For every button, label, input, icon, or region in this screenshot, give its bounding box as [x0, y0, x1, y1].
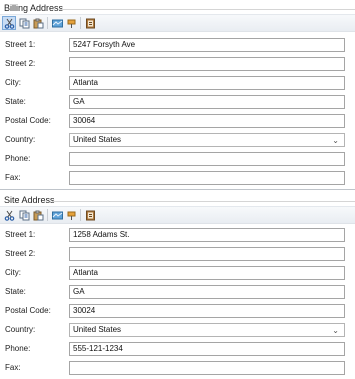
field-label: Street 2:	[5, 59, 36, 68]
group-divider	[60, 9, 355, 10]
field-label: Country:	[5, 325, 36, 334]
site-street1-input[interactable]: 1258 Adams St.	[69, 228, 345, 242]
site-street2-input[interactable]	[69, 247, 345, 261]
site-street2-row: Street 2:	[0, 247, 355, 261]
billing-postal-input[interactable]: 30064	[69, 114, 345, 128]
site-country-row: Country: United States ⌄	[0, 323, 355, 337]
billing-street1-input[interactable]: 5247 Forsyth Ave	[69, 38, 345, 52]
address-book-icon	[85, 18, 95, 28]
toolbar-separator	[47, 209, 48, 221]
map-icon	[51, 211, 63, 219]
copy-icon	[19, 210, 29, 220]
billing-postal-row: Postal Code: 30064	[0, 114, 355, 128]
site-toolbar	[0, 206, 355, 224]
billing-country-row: Country: United States ⌄	[0, 133, 355, 147]
paste-icon	[33, 18, 43, 28]
field-label: State:	[5, 97, 26, 106]
billing-country-select[interactable]: United States ⌄	[69, 133, 345, 147]
billing-street1-row: Street 1: 5247 Forsyth Ave	[0, 38, 355, 52]
site-country-select[interactable]: United States ⌄	[69, 323, 345, 337]
section-divider	[0, 189, 355, 190]
site-fax-row: Fax:	[0, 361, 355, 375]
site-city-row: City: Atlanta	[0, 266, 355, 280]
site-postal-row: Postal Code: 30024	[0, 304, 355, 318]
pushpin-icon	[67, 211, 75, 220]
paste-button[interactable]	[31, 16, 45, 30]
field-label: Street 1:	[5, 230, 36, 239]
field-label: Phone:	[5, 344, 31, 353]
field-label: Phone:	[5, 154, 31, 163]
map-button[interactable]	[50, 208, 64, 222]
group-divider	[52, 201, 355, 202]
paste-button[interactable]	[31, 208, 45, 222]
cut-button[interactable]	[2, 208, 16, 222]
field-label: City:	[5, 268, 21, 277]
site-address-title: Site Address	[4, 195, 55, 205]
cut-icon	[4, 210, 14, 221]
field-label: City:	[5, 78, 21, 87]
billing-address-title: Billing Address	[4, 3, 64, 13]
site-address-section: Site Address Street 1: 1258 Adams St. St…	[0, 192, 355, 379]
country-value: United States	[73, 135, 122, 144]
field-label: Street 2:	[5, 249, 36, 258]
copy-button[interactable]	[17, 16, 31, 30]
field-label: Street 1:	[5, 40, 36, 49]
billing-address-section: Billing Address Street 1: 5247 Forsyth A…	[0, 0, 355, 190]
field-label: State:	[5, 287, 26, 296]
billing-phone-row: Phone:	[0, 152, 355, 166]
address-book-icon	[85, 210, 95, 220]
address-book-button[interactable]	[83, 208, 97, 222]
billing-phone-input[interactable]	[69, 152, 345, 166]
address-book-button[interactable]	[83, 16, 97, 30]
copy-icon	[19, 18, 29, 28]
cut-icon	[4, 18, 14, 29]
toolbar-separator	[80, 209, 81, 221]
toolbar-separator	[47, 17, 48, 29]
site-phone-row: Phone: 555-121-1234	[0, 342, 355, 356]
field-label: Postal Code:	[5, 116, 51, 125]
billing-fax-input[interactable]	[69, 171, 345, 185]
pushpin-button[interactable]	[64, 208, 78, 222]
country-value: United States	[73, 325, 122, 334]
site-phone-input[interactable]: 555-121-1234	[69, 342, 345, 356]
site-street1-row: Street 1: 1258 Adams St.	[0, 228, 355, 242]
field-label: Fax:	[5, 363, 21, 372]
billing-toolbar	[0, 14, 355, 32]
billing-street2-input[interactable]	[69, 57, 345, 71]
copy-button[interactable]	[17, 208, 31, 222]
field-label: Country:	[5, 135, 36, 144]
map-button[interactable]	[50, 16, 64, 30]
field-label: Postal Code:	[5, 306, 51, 315]
site-postal-input[interactable]: 30024	[69, 304, 345, 318]
billing-fax-row: Fax:	[0, 171, 355, 185]
toolbar-separator	[80, 17, 81, 29]
billing-state-row: State: GA	[0, 95, 355, 109]
billing-city-input[interactable]: Atlanta	[69, 76, 345, 90]
cut-button[interactable]	[2, 16, 16, 30]
chevron-down-icon[interactable]: ⌄	[332, 135, 339, 146]
billing-state-input[interactable]: GA	[69, 95, 345, 109]
site-state-row: State: GA	[0, 285, 355, 299]
paste-icon	[33, 210, 43, 220]
site-state-input[interactable]: GA	[69, 285, 345, 299]
field-label: Fax:	[5, 173, 21, 182]
site-fax-input[interactable]	[69, 361, 345, 375]
pushpin-icon	[67, 19, 75, 28]
site-city-input[interactable]: Atlanta	[69, 266, 345, 280]
chevron-down-icon[interactable]: ⌄	[332, 325, 339, 336]
map-icon	[51, 19, 63, 27]
billing-city-row: City: Atlanta	[0, 76, 355, 90]
pushpin-button[interactable]	[64, 16, 78, 30]
billing-street2-row: Street 2:	[0, 57, 355, 71]
